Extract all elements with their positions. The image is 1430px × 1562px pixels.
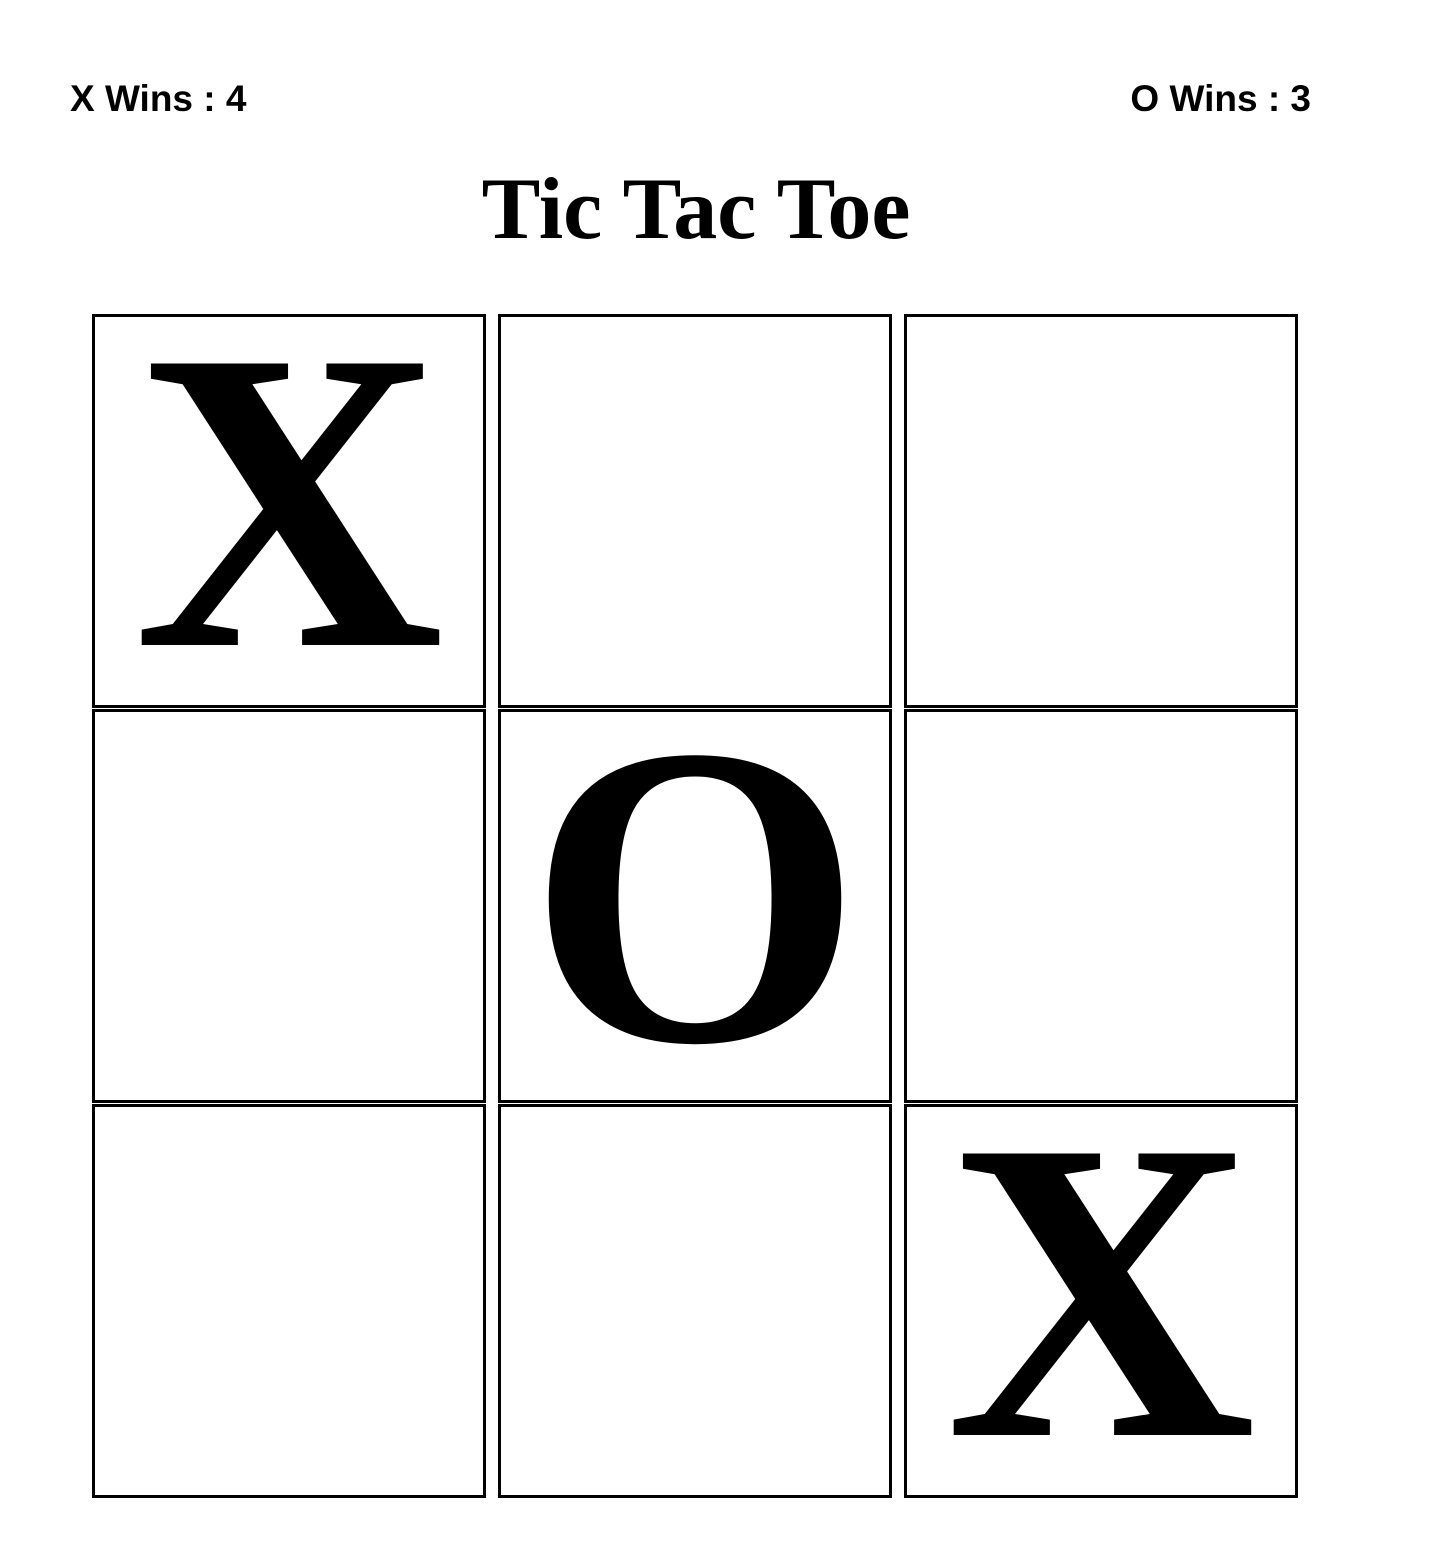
game-title: Tic Tac Toe xyxy=(481,161,911,258)
board-cell-9[interactable]: X xyxy=(904,1104,1298,1498)
o-wins-score: O Wins : 3 xyxy=(1130,78,1311,119)
board-cell-2[interactable] xyxy=(498,314,892,708)
cell-mark: X xyxy=(133,314,445,708)
board-cell-7[interactable] xyxy=(92,1104,486,1498)
board-cell-5[interactable]: O xyxy=(498,709,892,1103)
game-board: X O X xyxy=(92,314,1298,1498)
board-cell-1[interactable]: X xyxy=(92,314,486,708)
board-cell-4[interactable] xyxy=(92,709,486,1103)
board-cell-6[interactable] xyxy=(904,709,1298,1103)
board-cell-8[interactable] xyxy=(498,1104,892,1498)
board-cell-3[interactable] xyxy=(904,314,1298,708)
cell-mark: O xyxy=(527,709,863,1103)
cell-mark: X xyxy=(945,1104,1257,1498)
x-wins-score: X Wins : 4 xyxy=(70,78,247,119)
